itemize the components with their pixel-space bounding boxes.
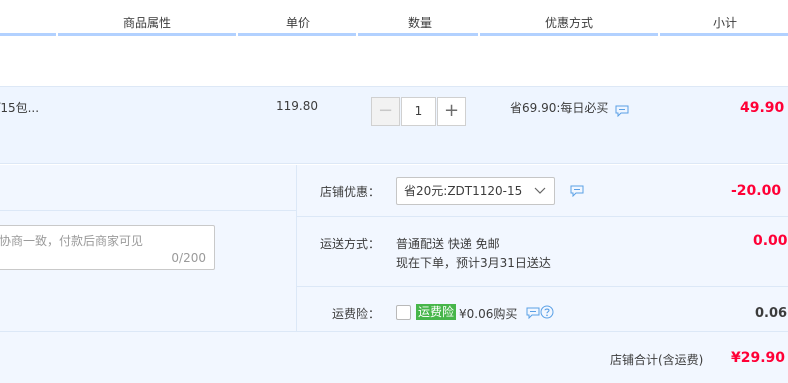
- shop-total-amount: ¥29.90: [731, 350, 786, 366]
- chat-icon[interactable]: [615, 105, 629, 117]
- item-title[interactable]: ï15包...: [0, 99, 39, 116]
- header-subtotal: 小计: [712, 16, 737, 30]
- insurance-label: 运费险：: [332, 307, 381, 321]
- header-promo: 优惠方式: [544, 16, 593, 30]
- shipping-eta: 现在下单，预计3月31日送达: [396, 256, 551, 270]
- note-char-counter: 0/200: [171, 251, 206, 265]
- coupon-amount: -20.00: [731, 183, 782, 199]
- shipping-method[interactable]: 普通配送 快递 免邮: [396, 235, 500, 252]
- section-divider: [0, 210, 296, 211]
- section-divider: [297, 286, 788, 287]
- coupon-selected-value: 省20元:ZDT1120-15: [404, 184, 523, 198]
- header-price: 单价: [285, 16, 310, 30]
- insurance-tag: 运费险: [416, 304, 457, 320]
- chat-icon[interactable]: [570, 185, 584, 197]
- quantity-input[interactable]: 1: [401, 97, 436, 126]
- buyer-note-input[interactable]: 协商一致，付款后商家可见 0/200: [0, 225, 215, 270]
- quantity-increase-button[interactable]: +: [437, 97, 466, 126]
- insurance-checkbox[interactable]: [396, 305, 411, 320]
- item-promo[interactable]: 省69.90:每日必买: [510, 99, 608, 116]
- help-icon[interactable]: [540, 305, 554, 319]
- insurance-amount: 0.06: [755, 306, 788, 321]
- note-placeholder: 协商一致，付款后商家可见: [0, 234, 144, 248]
- chat-icon[interactable]: [526, 307, 540, 319]
- section-divider: [296, 165, 297, 331]
- item-subtotal: 49.90: [740, 100, 785, 116]
- section-divider: [297, 216, 788, 217]
- row-spacer: [0, 36, 788, 86]
- header-attrs: 商品属性: [122, 16, 171, 30]
- quantity-decrease-button[interactable]: −: [371, 97, 400, 126]
- header-qty: 数量: [407, 16, 432, 30]
- shipping-amount: 0.00: [753, 233, 788, 249]
- chevron-down-icon: [534, 187, 546, 194]
- insurance-price: ¥0.06购买: [459, 307, 518, 321]
- shop-total-label: 店铺合计(含运费): [610, 353, 704, 367]
- item-unit-price: 119.80: [276, 99, 318, 113]
- shipping-label: 运送方式：: [320, 237, 381, 251]
- coupon-select[interactable]: 省20元:ZDT1120-15: [396, 177, 555, 205]
- coupon-label: 店铺优惠：: [320, 185, 381, 199]
